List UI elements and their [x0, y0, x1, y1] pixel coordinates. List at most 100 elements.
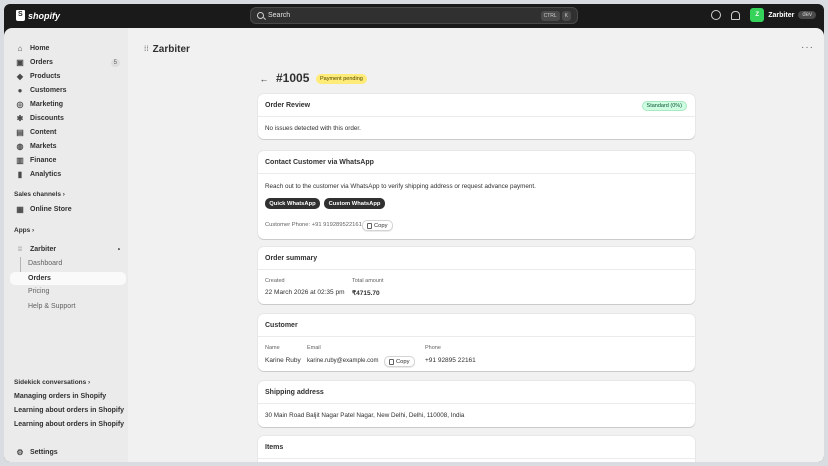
app-sub-orders[interactable]: Orders [10, 272, 126, 285]
email-label: Email [307, 345, 321, 351]
sidebar-item-label: Finance [30, 157, 57, 164]
customer-card: Customer Name Karine Ruby Email karine.r… [258, 314, 695, 371]
sidebar-item-discounts[interactable]: ✱ Discounts [10, 112, 126, 125]
orders-count-badge: 5 [110, 58, 120, 67]
copy-label: Copy [396, 358, 410, 365]
sidebar-item-content[interactable]: ▤ Content [10, 126, 126, 139]
page-header: ⁞⁞ Zarbiter [144, 44, 190, 55]
sidebar-item-customers[interactable]: ● Customers [10, 84, 126, 97]
sidebar: ⌂ Home ▣ Orders 5 ◆ Products ● Customers… [4, 28, 128, 462]
order-summary-title: Order summary [265, 255, 318, 262]
sidebar-item-label: Orders [30, 59, 53, 66]
divider [258, 173, 695, 174]
bar-chart-icon: ▮ [17, 170, 23, 179]
store-name: Zarbiter [768, 11, 795, 19]
copy-label: Copy [374, 222, 388, 229]
keyboard-shortcut: CTRL K [540, 11, 571, 21]
total-amount-value: ₹4715.70 [352, 290, 380, 297]
name-label: Name [265, 345, 280, 351]
sidebar-item-zarbiter-app[interactable]: ⁞⁞ Zarbiter • [10, 243, 126, 256]
order-review-card: Order Review Standard (0%) No issues det… [258, 94, 695, 139]
standard-badge: Standard (0%) [641, 101, 687, 111]
divider [258, 269, 695, 270]
sidebar-item-analytics[interactable]: ▮ Analytics [10, 168, 126, 181]
discount-icon: ✱ [16, 114, 24, 123]
apps-heading[interactable]: Apps › [14, 227, 34, 234]
logo-text: shopify [28, 10, 61, 21]
sidebar-item-label: Home [30, 45, 50, 52]
top-right-actions: Z Zarbiter dev [711, 8, 816, 22]
back-arrow-icon[interactable]: ← [258, 73, 270, 85]
target-icon: ◎ [16, 100, 24, 109]
sidekick-conversation[interactable]: Managing orders in Shopify [14, 393, 106, 400]
order-review-message: No issues detected with this order. [265, 125, 361, 132]
shopify-logo[interactable]: shopify [16, 10, 60, 21]
sidekick-icon[interactable] [711, 10, 722, 20]
sidebar-item-marketing[interactable]: ◎ Marketing [10, 98, 126, 111]
whatsapp-card: Contact Customer via WhatsApp Reach out … [258, 151, 695, 239]
items-title: Items [265, 444, 284, 451]
customer-email: karine.ruby@example.com [307, 358, 379, 364]
inbox-icon: ▣ [16, 58, 24, 67]
sidebar-item-products[interactable]: ◆ Products [10, 70, 126, 83]
customer-title: Customer [265, 322, 298, 329]
page-title: Zarbiter [152, 44, 190, 55]
search-icon [257, 12, 264, 19]
shipping-title: Shipping address [265, 389, 324, 396]
store-avatar: Z [750, 8, 765, 22]
sidebar-item-home[interactable]: ⌂ Home [10, 42, 126, 55]
tag-icon: ◆ [16, 72, 24, 81]
order-summary-card: Order summary Created 22 March 2026 at 0… [258, 247, 695, 304]
created-label: Created [265, 278, 285, 284]
globe-icon: ◍ [16, 142, 24, 151]
bank-icon: ▥ [16, 156, 24, 165]
divider [258, 336, 695, 337]
order-review-title: Order Review [265, 102, 311, 109]
sidebar-item-online-store[interactable]: ▦ Online Store [10, 203, 126, 216]
sidekick-conversation[interactable]: Learning about orders in Shopify [14, 407, 124, 414]
divider [258, 403, 695, 404]
copy-icon [389, 358, 394, 365]
sidebar-item-settings[interactable]: ⚙ Settings [10, 446, 126, 459]
copy-email-button[interactable]: Copy [384, 356, 415, 367]
phone-label: Phone [425, 345, 441, 351]
whatsapp-description: Reach out to the customer via WhatsApp t… [265, 183, 536, 190]
search-bar[interactable]: Search CTRL K [250, 7, 578, 24]
sales-channels-heading[interactable]: Sales channels › [14, 191, 65, 198]
sidebar-item-orders[interactable]: ▣ Orders 5 [10, 56, 126, 69]
main-content: ⁞⁞ Zarbiter ··· ← #1005 Payment pending … [128, 28, 824, 462]
dev-badge: dev [798, 11, 816, 19]
pin-icon[interactable]: • [118, 247, 120, 253]
customer-phone-line: Customer Phone: +91 919289522161 [265, 222, 362, 228]
app-sub-dashboard[interactable]: Dashboard [28, 260, 62, 267]
payment-status-badge: Payment pending [316, 74, 367, 84]
store-menu[interactable]: Z Zarbiter dev [750, 8, 816, 22]
sidebar-item-label: Markets [30, 143, 57, 150]
quick-whatsapp-button[interactable]: Quick WhatsApp [265, 198, 320, 209]
sidebar-item-label: Discounts [30, 115, 64, 122]
shipping-address-card: Shipping address 30 Main Road Baljit Nag… [258, 381, 695, 427]
more-actions-icon[interactable]: ··· [801, 42, 814, 53]
divider [258, 458, 695, 459]
sidebar-item-finance[interactable]: ▥ Finance [10, 154, 126, 167]
kbd-k: K [561, 11, 571, 21]
whatsapp-title: Contact Customer via WhatsApp [265, 159, 374, 166]
person-icon: ● [17, 86, 23, 95]
app-sub-help-support[interactable]: Help & Support [28, 303, 75, 310]
custom-whatsapp-button[interactable]: Custom WhatsApp [324, 198, 385, 209]
sidekick-conversation[interactable]: Learning about orders in Shopify [14, 421, 124, 428]
sidekick-heading[interactable]: Sidekick conversations › [14, 379, 90, 386]
app-icon: ⁞⁞ [18, 246, 22, 253]
app-window: shopify Search CTRL K Z Zarbiter dev ⌂ H… [4, 4, 824, 462]
copy-phone-button[interactable]: Copy [362, 220, 393, 231]
order-id: #1005 [276, 71, 310, 85]
sidebar-item-label: Content [30, 129, 57, 136]
app-sub-pricing[interactable]: Pricing [28, 288, 49, 295]
customer-name: Karine Ruby [265, 357, 301, 364]
bell-icon[interactable] [731, 10, 741, 20]
items-card: Items [258, 436, 695, 462]
sidebar-item-label: Analytics [30, 171, 62, 178]
sidebar-item-markets[interactable]: ◍ Markets [10, 140, 126, 153]
sidebar-item-label: Products [30, 73, 61, 80]
customer-phone: +91 92895 22161 [425, 357, 476, 364]
